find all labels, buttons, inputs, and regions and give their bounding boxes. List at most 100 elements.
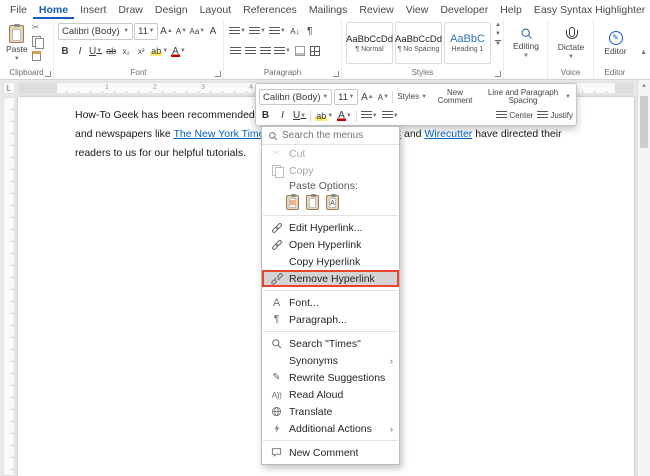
menu-item-translate[interactable]: Translate	[262, 403, 399, 420]
mini-grow-font-button[interactable]: A▲	[360, 89, 374, 106]
paragraph-dialog-launcher[interactable]	[333, 71, 339, 77]
tab-easy-syntax-highlighter[interactable]: Easy Syntax Highlighter	[528, 0, 650, 19]
strikethrough-button[interactable]: ab	[104, 43, 118, 60]
tab-references[interactable]: References	[237, 0, 303, 19]
shading-button[interactable]	[293, 43, 307, 60]
multilevel-list-button[interactable]: ▼	[268, 23, 287, 40]
bullets-button[interactable]: ▼	[228, 23, 247, 40]
mini-shrink-font-button[interactable]: A▼	[376, 89, 390, 106]
tab-view[interactable]: View	[400, 0, 435, 19]
paste-keep-source-formatting-icon[interactable]	[286, 195, 299, 210]
tab-file[interactable]: File	[4, 0, 33, 19]
editor-button[interactable]: ✎ Editor	[598, 21, 633, 65]
mini-bold-button[interactable]: B	[259, 110, 272, 121]
styles-dialog-launcher[interactable]	[495, 71, 501, 77]
subscript-button[interactable]: x₂	[119, 43, 133, 60]
paste-keep-text-only-icon[interactable]: A	[326, 195, 339, 210]
font-color-button[interactable]: A▼	[170, 43, 187, 60]
font-dialog-launcher[interactable]	[215, 71, 221, 77]
tab-stop-selector[interactable]: L	[3, 82, 15, 94]
tab-help[interactable]: Help	[494, 0, 528, 19]
copy-icon[interactable]	[32, 36, 42, 48]
clear-formatting-button[interactable]: A	[206, 23, 220, 40]
styles-down-icon[interactable]: ▼	[495, 31, 501, 37]
tab-insert[interactable]: Insert	[74, 0, 112, 19]
hyperlink-new-york-times[interactable]: The New York Times	[173, 128, 269, 140]
mini-styles-button[interactable]: Styles ▼	[395, 93, 429, 102]
font-name-select[interactable]: Calibri (Body) ▼	[58, 23, 133, 40]
tab-home[interactable]: Home	[33, 0, 74, 19]
paste-merge-formatting-icon[interactable]	[306, 195, 319, 210]
align-left-button[interactable]	[228, 43, 242, 60]
paste-button[interactable]: Paste ▼	[4, 21, 30, 65]
menu-item-read-aloud[interactable]: A)) Read Aloud	[262, 386, 399, 403]
mini-font-name-select[interactable]: Calibri (Body) ▼	[259, 89, 332, 105]
style-normal[interactable]: AaBbCcDd ¶ Normal	[346, 22, 393, 64]
bold-button[interactable]: B	[58, 43, 72, 60]
align-right-button[interactable]	[258, 43, 272, 60]
search-input[interactable]	[282, 130, 386, 141]
dictate-button[interactable]: Dictate ▼	[552, 21, 590, 65]
mini-new-comment-button[interactable]: New Comment	[431, 89, 479, 106]
vertical-ruler[interactable]	[3, 97, 15, 476]
sort-button[interactable]: A↓	[288, 23, 302, 40]
menu-item-remove-hyperlink[interactable]: Remove Hyperlink	[262, 270, 399, 287]
mini-justify-button[interactable]: Justify	[537, 111, 573, 120]
editing-button[interactable]: Editing ▼	[508, 21, 544, 65]
styles-up-icon[interactable]: ▲	[495, 22, 501, 28]
collapse-ribbon-icon[interactable]: ▲	[640, 49, 647, 56]
underline-button[interactable]: U▼	[88, 43, 103, 60]
tab-developer[interactable]: Developer	[434, 0, 494, 19]
mini-line-spacing-button[interactable]: Line and Paragraph Spacing ▼	[481, 89, 573, 106]
line-spacing-button[interactable]: ▼	[273, 43, 292, 60]
menu-item-new-comment[interactable]: New Comment	[262, 444, 399, 461]
mini-bullets-button[interactable]: ▼	[361, 111, 378, 120]
mini-font-color-button[interactable]: A▼	[337, 110, 352, 121]
mini-font-size-select[interactable]: 11 ▼	[334, 89, 358, 105]
style-no-spacing[interactable]: AaBbCcDd ¶ No Spacing	[395, 22, 442, 64]
cut-icon[interactable]: ✂	[32, 23, 42, 32]
menu-item-synonyms[interactable]: Synonyms ›	[262, 352, 399, 369]
scroll-up-icon[interactable]: ▲	[638, 80, 650, 93]
menu-search-box[interactable]	[262, 127, 399, 145]
italic-button[interactable]: I	[73, 43, 87, 60]
menu-item-copy-hyperlink[interactable]: Copy Hyperlink	[262, 253, 399, 270]
font-size-select[interactable]: 11 ▼	[134, 23, 158, 40]
menu-item-open-hyperlink[interactable]: Open Hyperlink	[262, 236, 399, 253]
scrollbar-thumb[interactable]	[640, 96, 648, 148]
hyperlink-wirecutter[interactable]: Wirecutter	[424, 128, 472, 140]
menu-item-paragraph[interactable]: ¶ Paragraph...	[262, 311, 399, 328]
align-center-button[interactable]	[243, 43, 257, 60]
menu-item-rewrite-suggestions[interactable]: ✎ Rewrite Suggestions	[262, 369, 399, 386]
menu-separator	[263, 331, 398, 332]
menu-item-font[interactable]: A Font...	[262, 294, 399, 311]
numbering-button[interactable]: ▼	[248, 23, 267, 40]
tab-review[interactable]: Review	[353, 0, 399, 19]
clipboard-dialog-launcher[interactable]	[45, 71, 51, 77]
superscript-button[interactable]: x²	[134, 43, 148, 60]
mini-italic-button[interactable]: I	[276, 110, 289, 121]
tab-layout[interactable]: Layout	[194, 0, 238, 19]
borders-button[interactable]	[308, 43, 322, 60]
vertical-scrollbar[interactable]: ▲	[637, 80, 650, 476]
format-painter-icon[interactable]	[32, 51, 41, 61]
show-paragraph-marks-button[interactable]: ¶	[303, 23, 317, 40]
text-highlight-button[interactable]: ab▼	[149, 43, 169, 60]
mini-numbering-button[interactable]: ▼	[382, 111, 399, 120]
menu-item-copy[interactable]: Copy	[262, 162, 399, 179]
tab-draw[interactable]: Draw	[112, 0, 149, 19]
grow-font-button[interactable]: A▲	[159, 23, 173, 40]
mini-center-button[interactable]: Center	[496, 111, 533, 120]
menu-item-cut[interactable]: ✂ Cut	[262, 145, 399, 162]
styles-more-icon[interactable]: ▼	[495, 40, 501, 47]
menu-item-edit-hyperlink[interactable]: Edit Hyperlink...	[262, 219, 399, 236]
tab-design[interactable]: Design	[149, 0, 194, 19]
mini-underline-button[interactable]: U▼	[293, 110, 306, 121]
menu-item-additional-actions[interactable]: Additional Actions ›	[262, 420, 399, 437]
shrink-font-button[interactable]: A▼	[174, 23, 188, 40]
change-case-button[interactable]: Aa▼	[189, 23, 205, 40]
tab-mailings[interactable]: Mailings	[303, 0, 354, 19]
mini-highlight-button[interactable]: ab▼	[315, 111, 333, 121]
style-heading-1[interactable]: AaBbC Heading 1	[444, 22, 491, 64]
menu-item-search-times[interactable]: Search "Times"	[262, 335, 399, 352]
